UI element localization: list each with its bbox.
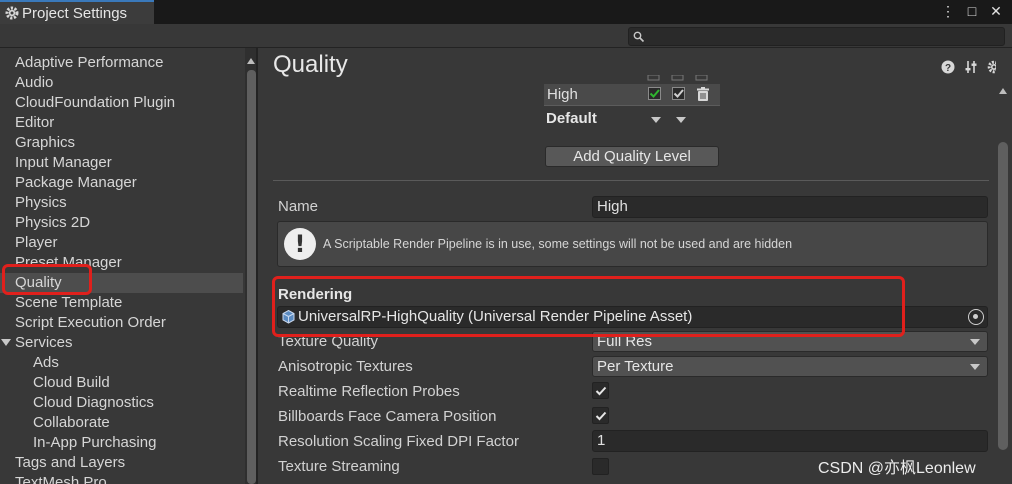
object-picker-icon[interactable]: [968, 309, 984, 325]
anisotropic-value: Per Texture: [597, 358, 674, 375]
billboards-checkbox[interactable]: [592, 407, 609, 424]
gear-icon: [5, 6, 19, 20]
scrollbar-thumb[interactable]: [998, 142, 1008, 450]
sidebar-item-physics[interactable]: Physics: [0, 193, 243, 213]
watermark: CSDN @亦枫Leonlew: [818, 460, 976, 477]
more-options-icon[interactable]: ⋮: [940, 3, 956, 20]
realtime-probes-checkbox[interactable]: [592, 382, 609, 399]
sidebar-item-cloud-build[interactable]: Cloud Build: [0, 373, 243, 393]
chevron-down-icon: [970, 339, 980, 345]
highlight-box-rendering: [272, 276, 905, 337]
sidebar-item-textmesh-pro[interactable]: TextMesh Pro: [0, 473, 243, 484]
texture-streaming-checkbox[interactable]: [592, 458, 609, 475]
scrollbar-thumb[interactable]: [247, 70, 256, 484]
quality-level-row-high[interactable]: High: [544, 84, 720, 106]
level-row-above: [647, 75, 708, 81]
srp-info-box: ! A Scriptable Render Pipeline is in use…: [277, 221, 988, 267]
svg-text:?: ?: [945, 63, 951, 74]
sidebar-scrollbar[interactable]: [245, 48, 256, 484]
scroll-up-icon[interactable]: [247, 58, 255, 64]
trash-icon[interactable]: [696, 87, 710, 102]
sidebar-item-adaptive-performance[interactable]: Adaptive Performance: [0, 53, 243, 73]
sidebar-item-player[interactable]: Player: [0, 233, 243, 253]
sidebar-item-graphics[interactable]: Graphics: [0, 133, 243, 153]
sidebar-item-script-execution-order[interactable]: Script Execution Order: [0, 313, 243, 333]
add-quality-level-button[interactable]: Add Quality Level: [545, 146, 719, 167]
anisotropic-dropdown[interactable]: Per Texture: [592, 356, 988, 377]
sidebar-item-input-manager[interactable]: Input Manager: [0, 153, 243, 173]
tab-title: Project Settings: [22, 4, 128, 22]
title-bar: Project Settings ⋮ □ ✕: [0, 0, 1012, 24]
window-controls: ⋮ □ ✕: [940, 3, 1004, 20]
sidebar-item-in-app-purchasing[interactable]: In-App Purchasing: [0, 433, 243, 453]
sidebar-item-physics-2d[interactable]: Physics 2D: [0, 213, 243, 233]
expand-arrow-icon[interactable]: [1, 339, 11, 346]
warning-icon: !: [284, 228, 316, 260]
sidebar-item-ads[interactable]: Ads: [0, 353, 243, 373]
billboards-label: Billboards Face Camera Position: [278, 408, 497, 425]
anisotropic-label: Anisotropic Textures: [278, 358, 413, 375]
maximize-icon[interactable]: □: [964, 3, 980, 20]
sidebar-item-cloudfoundation-plugin[interactable]: CloudFoundation Plugin: [0, 93, 243, 113]
sidebar-item-editor[interactable]: Editor: [0, 113, 243, 133]
sidebar-item-collaborate[interactable]: Collaborate: [0, 413, 243, 433]
sidebar-item-audio[interactable]: Audio: [0, 73, 243, 93]
sidebar-item-tags-and-layers[interactable]: Tags and Layers: [0, 453, 243, 473]
checkmark-icon: [595, 386, 607, 396]
checkmark-icon: [595, 411, 607, 421]
sidebar-item-scene-template[interactable]: Scene Template: [0, 293, 243, 313]
main-scrollbar[interactable]: [996, 48, 1010, 484]
default-level-row: Default: [544, 110, 720, 132]
divider: [273, 180, 989, 181]
chevron-down-icon[interactable]: [651, 117, 661, 123]
quality-level-name: High: [547, 86, 578, 103]
dpi-factor-field[interactable]: 1: [592, 430, 988, 452]
name-label: Name: [278, 198, 319, 215]
name-field[interactable]: High: [592, 196, 988, 218]
default-label: Default: [546, 110, 597, 127]
realtime-probes-label: Realtime Reflection Probes: [278, 383, 460, 400]
info-message: A Scriptable Render Pipeline is in use, …: [323, 237, 793, 251]
preset-icon[interactable]: [963, 59, 979, 75]
search-input[interactable]: [628, 27, 1005, 46]
project-settings-tab[interactable]: Project Settings: [0, 0, 154, 24]
header-icons: ?: [940, 59, 1002, 75]
sidebar-item-cloud-diagnostics[interactable]: Cloud Diagnostics: [0, 393, 243, 413]
dpi-factor-label: Resolution Scaling Fixed DPI Factor: [278, 433, 519, 450]
close-icon[interactable]: ✕: [988, 3, 1004, 20]
platform-checkbox[interactable]: [672, 87, 685, 100]
quality-panel: Quality ? High Default Add Quality Level…: [260, 48, 1012, 484]
chevron-down-icon: [970, 364, 980, 370]
sidebar-item-label: Services: [15, 334, 73, 351]
toolbar: [0, 24, 1012, 48]
platform-checkbox[interactable]: [648, 87, 661, 100]
texture-streaming-label: Texture Streaming: [278, 458, 400, 475]
highlight-box-quality: [2, 264, 92, 295]
scroll-up-icon[interactable]: [999, 88, 1007, 94]
chevron-down-icon[interactable]: [676, 117, 686, 123]
help-icon[interactable]: ?: [940, 59, 956, 75]
page-title: Quality: [273, 51, 348, 78]
sidebar-item-services[interactable]: Services: [0, 333, 243, 353]
sidebar-item-package-manager[interactable]: Package Manager: [0, 173, 243, 193]
search-icon: [633, 31, 645, 43]
